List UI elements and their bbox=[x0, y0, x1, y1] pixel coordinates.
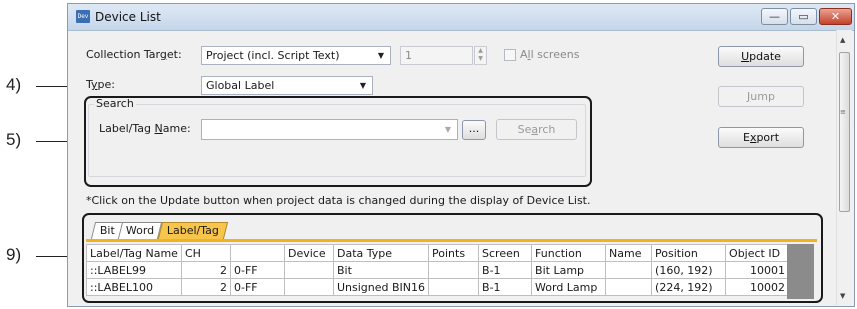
title-bar[interactable]: Dev Device List — ▭ ✕ bbox=[68, 4, 854, 31]
collection-target-value: Project (incl. Script Text) bbox=[206, 49, 340, 62]
all-screens-label: All screens bbox=[520, 48, 580, 61]
scroll-grip-icon: ≡ bbox=[840, 108, 846, 116]
screen-number-value: 1 bbox=[405, 49, 412, 62]
chevron-down-icon: ▼ bbox=[377, 51, 384, 60]
window-title: Device List bbox=[95, 10, 161, 24]
callout-4: 4) bbox=[6, 75, 22, 94]
scroll-up-icon[interactable]: ▲ bbox=[840, 36, 845, 44]
all-screens-checkbox bbox=[504, 49, 516, 61]
search-highlight-frame bbox=[84, 96, 592, 187]
chevron-down-icon: ▼ bbox=[359, 81, 366, 90]
scroll-down-icon[interactable]: ▼ bbox=[840, 292, 845, 300]
screen-number-field: 1 bbox=[400, 46, 473, 65]
export-button[interactable]: Export bbox=[718, 127, 804, 148]
close-button[interactable]: ✕ bbox=[819, 8, 852, 25]
update-button[interactable]: Update bbox=[718, 46, 804, 67]
screen-number-spinner: ▲ ▼ bbox=[474, 46, 487, 65]
callout-9: 9) bbox=[6, 245, 22, 264]
type-label: Type: bbox=[86, 78, 115, 91]
device-list-app-icon: Dev bbox=[76, 10, 90, 23]
jump-button: Jump bbox=[718, 86, 804, 107]
table-highlight-frame bbox=[82, 213, 823, 303]
scroll-thumb[interactable] bbox=[839, 52, 850, 212]
type-value: Global Label bbox=[206, 79, 275, 92]
collection-target-label: Collection Target: bbox=[86, 48, 182, 61]
vertical-scrollbar[interactable]: ▲ ≡ ▼ bbox=[836, 30, 852, 305]
callout-5: 5) bbox=[6, 130, 22, 149]
minimize-button[interactable]: — bbox=[761, 8, 788, 25]
collection-target-select[interactable]: Project (incl. Script Text) ▼ bbox=[201, 46, 391, 65]
update-note: *Click on the Update button when project… bbox=[86, 194, 591, 207]
maximize-button[interactable]: ▭ bbox=[790, 8, 817, 25]
type-select[interactable]: Global Label ▼ bbox=[201, 76, 373, 95]
